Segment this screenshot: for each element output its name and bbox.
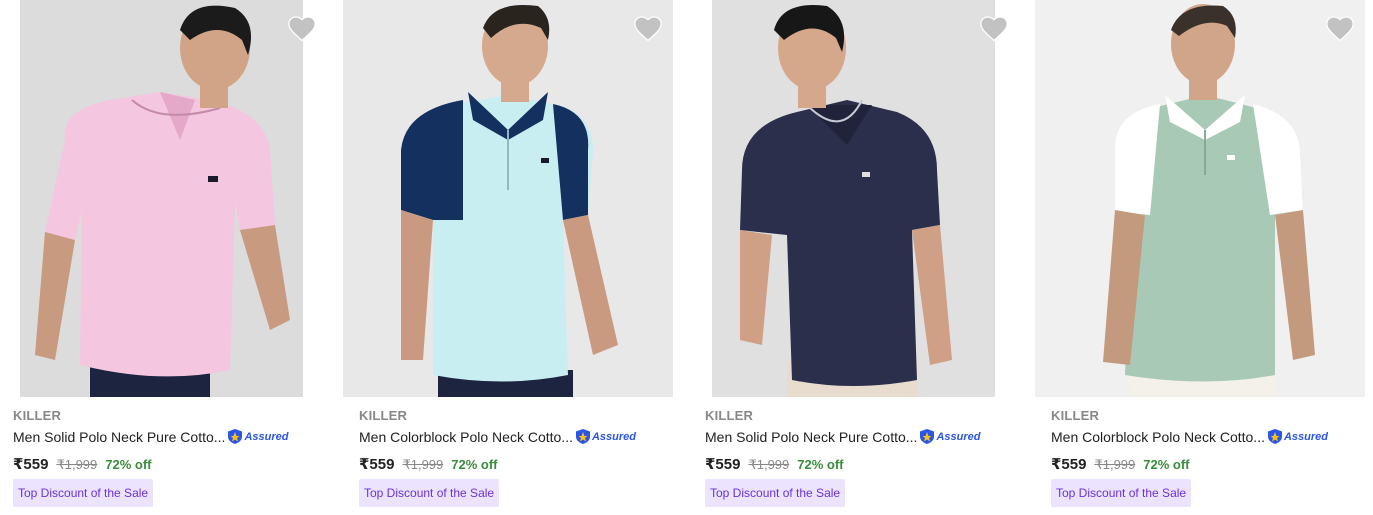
assured-shield-icon — [575, 429, 590, 444]
product-card[interactable]: KILLER Men Solid Polo Neck Pure Cotto...… — [692, 0, 1022, 515]
product-card[interactable]: KILLER Men Solid Polo Neck Pure Cotto...… — [0, 0, 330, 515]
product-discount: 72% off — [451, 457, 498, 472]
product-brand: KILLER — [359, 408, 408, 423]
assured-badge: Assured — [575, 428, 636, 445]
assured-shield-icon — [1267, 429, 1282, 444]
product-price: ₹559 — [13, 456, 49, 473]
product-mrp: ₹1,999 — [748, 457, 790, 472]
assured-shield-icon — [920, 429, 935, 444]
wishlist-heart-icon[interactable] — [633, 14, 663, 42]
product-card[interactable]: KILLER Men Colorblock Polo Neck Cotto...… — [343, 0, 676, 515]
product-price: ₹559 — [1051, 456, 1087, 473]
offer-tag: Top Discount of the Sale — [1051, 479, 1192, 507]
product-title[interactable]: Men Solid Polo Neck Pure Cotto... — [13, 429, 225, 445]
offer-tag: Top Discount of the Sale — [13, 479, 154, 507]
product-brand: KILLER — [13, 408, 62, 423]
product-card[interactable]: KILLER Men Colorblock Polo Neck Cotto...… — [1035, 0, 1368, 515]
assured-shield-icon — [228, 429, 243, 444]
offer-tag: Top Discount of the Sale — [359, 479, 500, 507]
wishlist-heart-icon[interactable] — [287, 14, 317, 42]
product-discount: 72% off — [105, 457, 152, 472]
product-title[interactable]: Men Colorblock Polo Neck Cotto... — [359, 429, 573, 445]
product-title[interactable]: Men Colorblock Polo Neck Cotto... — [1051, 429, 1265, 445]
product-discount: 72% off — [797, 457, 844, 472]
assured-badge: Assured — [227, 428, 288, 445]
offer-tag: Top Discount of the Sale — [705, 479, 846, 507]
assured-badge: Assured — [1267, 428, 1328, 445]
product-brand: KILLER — [705, 408, 754, 423]
product-image[interactable] — [712, 0, 995, 397]
product-brand: KILLER — [1051, 408, 1100, 423]
product-price: ₹559 — [705, 456, 741, 473]
product-image[interactable] — [20, 0, 303, 397]
product-price: ₹559 — [359, 456, 395, 473]
product-discount: 72% off — [1143, 457, 1190, 472]
product-mrp: ₹1,999 — [1094, 457, 1136, 472]
wishlist-heart-icon[interactable] — [1325, 14, 1355, 42]
product-mrp: ₹1,999 — [402, 457, 444, 472]
product-title[interactable]: Men Solid Polo Neck Pure Cotto... — [705, 429, 917, 445]
assured-badge: Assured — [919, 428, 980, 445]
wishlist-heart-icon[interactable] — [979, 14, 1009, 42]
product-grid: KILLER Men Solid Polo Neck Pure Cotto...… — [0, 0, 1373, 515]
product-mrp: ₹1,999 — [56, 457, 98, 472]
product-image[interactable] — [1035, 0, 1365, 397]
product-image[interactable] — [343, 0, 673, 397]
